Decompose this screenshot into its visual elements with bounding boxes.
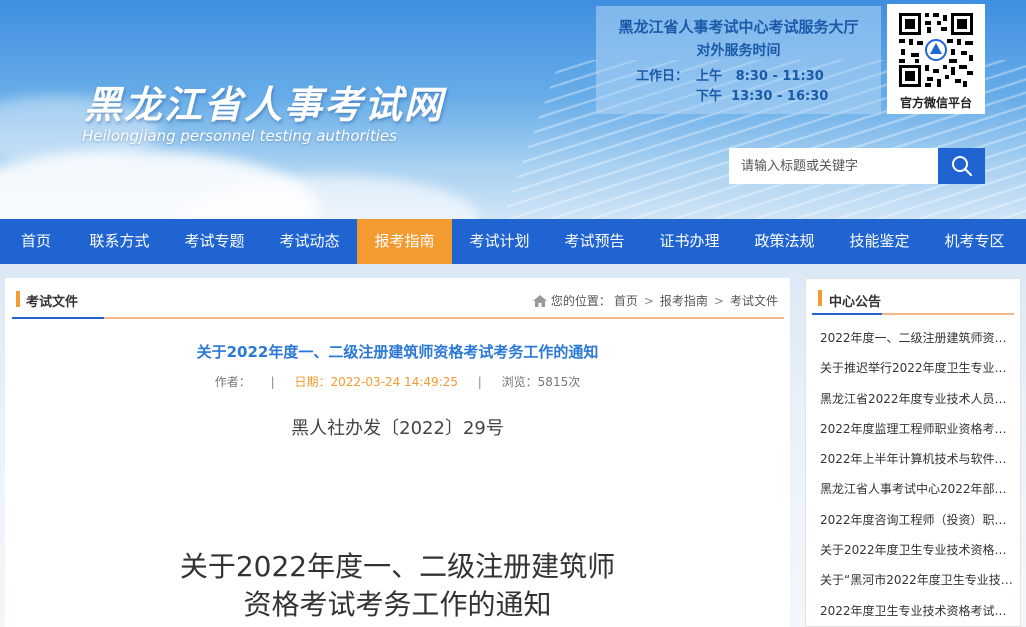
section-header: 考试文件 您的位置： 首页 > 报考指南 > 考试文件	[12, 278, 784, 319]
nav-item-topics[interactable]: 考试专题	[167, 219, 262, 264]
wechat-qr-box[interactable]: 官方微信平台	[887, 4, 985, 114]
search-button[interactable]	[938, 148, 985, 184]
nav-item-guide[interactable]: 报考指南	[357, 219, 452, 264]
sidebar-title: 中心公告	[829, 295, 882, 310]
nav-item-computer-exam[interactable]: 机考专区	[927, 219, 1022, 264]
workday-label: 工作日：	[636, 69, 689, 84]
notice-sidebar: 中心公告 2022年度一、二级注册建筑师资格考试考务工作的通知 关于推迟举行20…	[805, 278, 1021, 627]
site-title[interactable]: 黑龙江省人事考试网	[84, 74, 444, 129]
nav-item-policy[interactable]: 政策法规	[737, 219, 832, 264]
sidebar-header: 中心公告	[812, 279, 1014, 315]
service-hall-title: 黑龙江省人事考试中心考试服务大厅	[618, 18, 859, 36]
document-heading-line1: 关于2022年度一、二级注册建筑师	[179, 550, 616, 583]
author-label: 作者：	[214, 375, 251, 389]
article-meta: 作者： | 日期：2022-03-24 14:49:25 | 浏览：5815次	[214, 375, 581, 389]
document-number: 黑人社办发〔2022〕29号	[291, 418, 504, 439]
views-value: 5815次	[537, 375, 581, 389]
notice-item[interactable]: 2022年上半年计算机技术与软件专业技术资格考试	[806, 444, 1020, 474]
notice-item[interactable]: 黑龙江省2022年度专业技术人员职业资格考试工作计划	[806, 384, 1020, 414]
notice-list: 2022年度一、二级注册建筑师资格考试考务工作的通知 关于推迟举行2022年度卫…	[806, 323, 1020, 626]
date-value: 2022-03-24 14:49:25	[330, 375, 458, 389]
notice-item[interactable]: 关于2022年度卫生专业技术资格考试有关事项	[806, 535, 1020, 565]
views-label: 浏览：	[501, 375, 538, 389]
morning-label: 上午	[696, 69, 723, 84]
notice-item[interactable]: 2022年度咨询工程师（投资）职业资格考试	[806, 505, 1020, 535]
notice-item[interactable]: 2022年度卫生专业技术资格考试报名工作的通知	[806, 596, 1020, 626]
notice-item[interactable]: 关于“黑河市2022年度卫生专业技术资格考试”	[806, 565, 1020, 595]
service-hall-box: 黑龙江省人事考试中心考试服务大厅 对外服务时间 工作日： 上午 8:30 - 11…	[596, 6, 881, 114]
document-heading-line2: 资格考试考务工作的通知	[243, 588, 552, 621]
notice-item[interactable]: 2022年度监理工程师职业资格考试考务工作的通知	[806, 414, 1020, 444]
document-heading: 关于2022年度一、二级注册建筑师 资格考试考务工作的通知	[5, 548, 790, 624]
nav-item-preview[interactable]: 考试预告	[547, 219, 642, 264]
article-title: 关于2022年度一、二级注册建筑师资格考试考务工作的通知	[196, 343, 599, 361]
notice-item[interactable]: 2022年度一、二级注册建筑师资格考试考务工作的通知	[806, 323, 1020, 353]
breadcrumb-home[interactable]: 首页	[614, 292, 638, 309]
notice-item[interactable]: 关于推迟举行2022年度卫生专业技术资格考试的通知	[806, 353, 1020, 383]
qr-caption: 官方微信平台	[899, 96, 972, 110]
search-bar	[729, 148, 985, 184]
notice-item[interactable]: 黑龙江省人事考试中心2022年部门预算公开	[806, 474, 1020, 504]
nav-item-news[interactable]: 考试动态	[262, 219, 357, 264]
service-hours: 工作日： 上午 8:30 - 11:30 下午 13:30 - 16:30	[636, 67, 828, 107]
main-content-panel: 考试文件 您的位置： 首页 > 报考指南 > 考试文件 关于2022年度一、二级…	[5, 278, 790, 627]
date-label: 日期：	[294, 375, 331, 389]
header-banner: 黑龙江省人事考试网 Heilongjiang personnel testing…	[0, 0, 1026, 219]
breadcrumb-current[interactable]: 考试文件	[730, 292, 778, 309]
nav-item-skills[interactable]: 技能鉴定	[832, 219, 927, 264]
nav-item-plan[interactable]: 考试计划	[452, 219, 547, 264]
nav-item-contact[interactable]: 联系方式	[72, 219, 167, 264]
search-input[interactable]	[729, 148, 938, 184]
nav-item-certificate[interactable]: 证书办理	[642, 219, 737, 264]
service-hours-title: 对外服务时间	[696, 43, 781, 59]
breadcrumb-prefix: 您的位置：	[550, 294, 611, 308]
section-title: 考试文件	[26, 295, 79, 310]
home-icon	[532, 294, 547, 307]
nav-item-home[interactable]: 首页	[0, 219, 72, 264]
breadcrumb-guide[interactable]: 报考指南	[660, 292, 708, 309]
afternoon-hours: 13:30 - 16:30	[731, 89, 829, 104]
main-nav: 首页 联系方式 考试专题 考试动态 报考指南 考试计划 考试预告 证书办理 政策…	[0, 219, 1026, 264]
afternoon-label: 下午	[696, 89, 723, 104]
breadcrumb: 您的位置： 首页 > 报考指南 > 考试文件	[532, 292, 778, 309]
sidebar-marker	[818, 290, 822, 306]
site-subtitle: Heilongjiang personnel testing authoriti…	[82, 127, 397, 145]
search-icon	[951, 156, 972, 177]
section-marker	[16, 291, 20, 307]
morning-hours: 8:30 - 11:30	[735, 69, 824, 84]
qr-code-icon	[897, 11, 975, 89]
